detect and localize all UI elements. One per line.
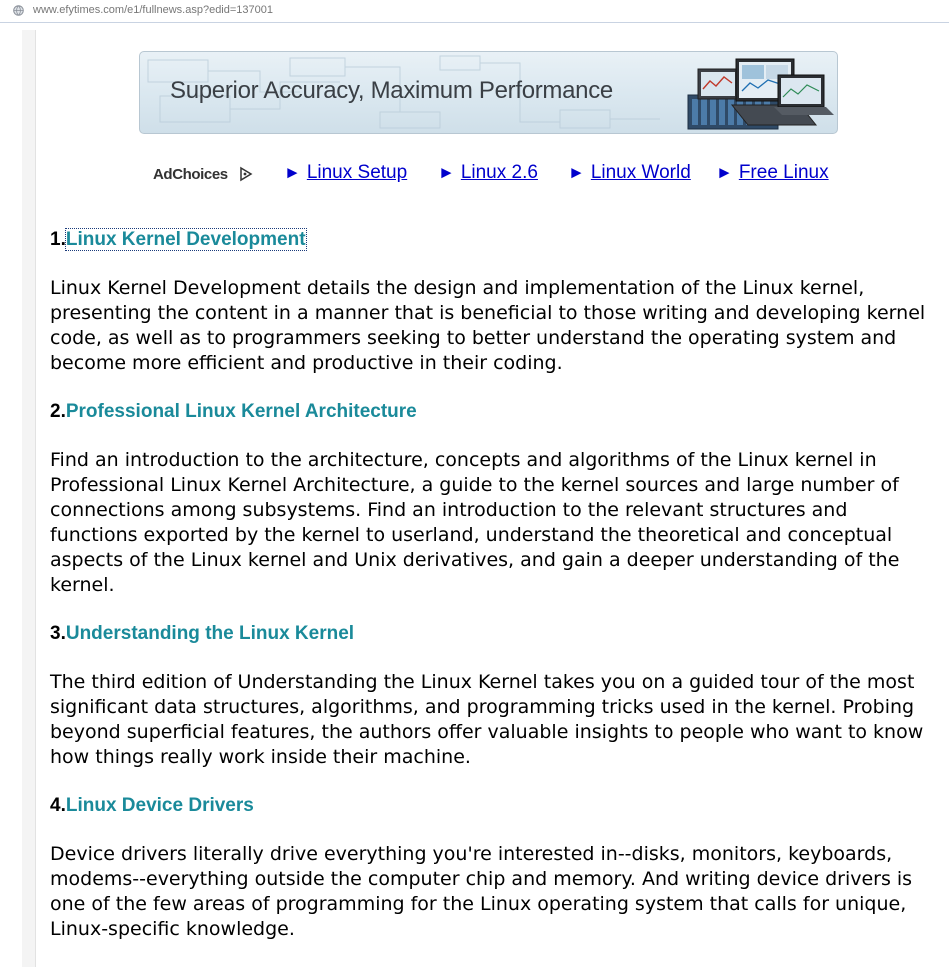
ad-link-linux-world[interactable]: ► Linux World [568,162,691,184]
adchoices-label[interactable]: AdChoices [153,166,228,183]
book-heading: 2.Professional Linux Kernel Architecture [50,398,935,426]
ad-link-label: Linux World [590,162,691,183]
article-content: 1.Linux Kernel Development Linux Kernel … [50,226,935,964]
ad-links-bar: AdChoices ► Linux Setup ► Linux 2.6 ► Linux… [153,160,853,188]
page-gutter [22,30,35,967]
ad-banner[interactable]: Superior Accuracy, Maximum Performance [139,51,838,134]
ad-link-label: Linux Setup [306,162,408,183]
book-heading: 1.Linux Kernel Development [50,226,935,254]
ad-link-linux-setup[interactable]: ► Linux Setup [284,162,407,184]
book-item: 1.Linux Kernel Development Linux Kernel … [50,226,935,376]
book-number: 2. [50,401,66,422]
url-text: www.efytimes.com/e1/fullnews.asp?edid=13… [33,4,273,16]
adchoices-icon[interactable] [239,166,253,182]
play-triangle-icon: ► [438,163,455,182]
book-description: Find an introduction to the architecture… [50,449,900,596]
play-triangle-icon: ► [716,163,733,182]
ad-link-linux-26[interactable]: ► Linux 2.6 [438,162,538,184]
book-number: 4. [50,795,66,816]
book-heading: 3.Understanding the Linux Kernel [50,620,935,648]
ad-link-label: Linux 2.6 [460,162,538,183]
book-title-link[interactable]: Professional Linux Kernel Architecture [66,401,417,422]
book-title-link[interactable]: Understanding the Linux Kernel [66,623,354,644]
book-number: 1. [50,229,66,250]
book-item: 2.Professional Linux Kernel Architecture… [50,398,935,598]
book-item: 3.Understanding the Linux Kernel The thi… [50,620,935,770]
book-description: Linux Kernel Development details the des… [50,277,926,374]
book-description: Device drivers literally drive everythin… [50,843,913,940]
book-description: The third edition of Understanding the L… [50,671,924,768]
ad-link-free-linux[interactable]: ► Free Linux [716,162,829,184]
play-triangle-icon: ► [568,163,585,182]
book-number: 3. [50,623,66,644]
ad-link-label: Free Linux [738,162,829,183]
instrument-devices-image [687,58,834,130]
play-triangle-icon: ► [284,163,301,182]
book-title-link[interactable]: Linux Kernel Development [64,228,307,251]
ad-headline: Superior Accuracy, Maximum Performance [170,77,613,104]
globe-icon [13,5,24,16]
address-bar[interactable]: www.efytimes.com/e1/fullnews.asp?edid=13… [0,0,949,23]
book-heading: 4.Linux Device Drivers [50,792,935,820]
book-title-link[interactable]: Linux Device Drivers [66,795,254,816]
book-item: 4.Linux Device Drivers Device drivers li… [50,792,935,942]
